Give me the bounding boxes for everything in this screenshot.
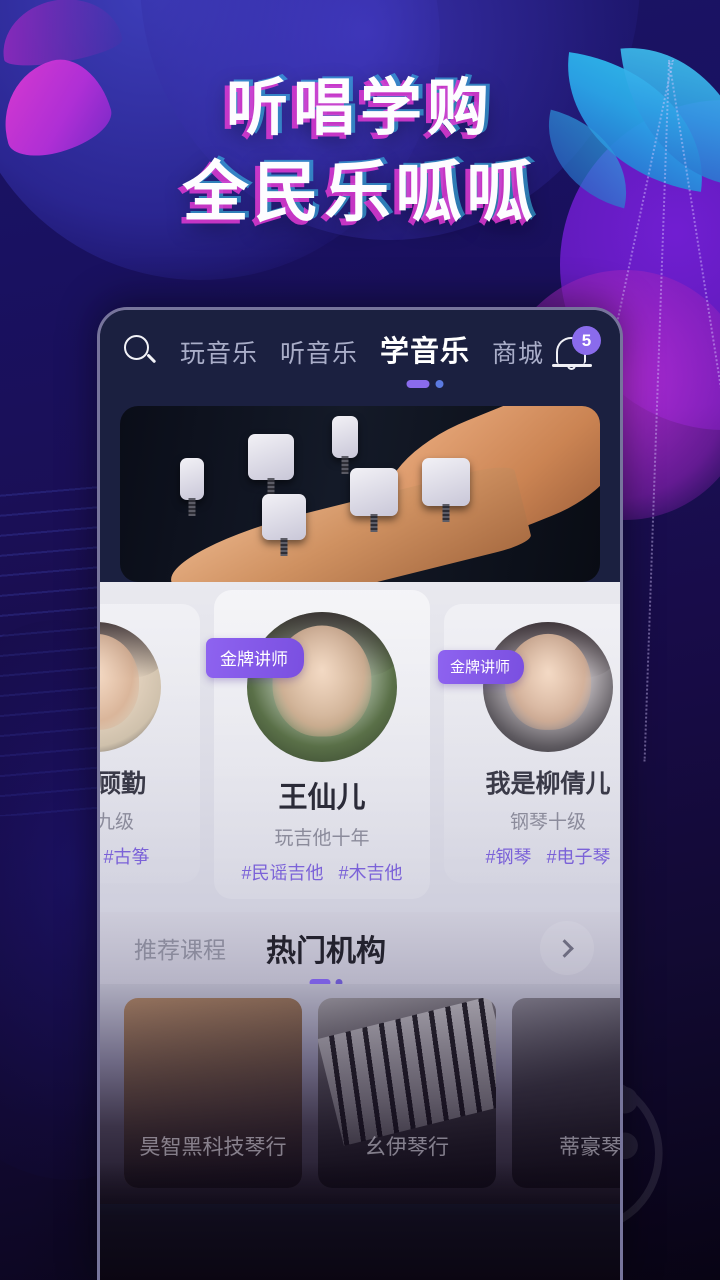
section-tab-institutions[interactable]: 热门机构: [266, 926, 386, 986]
piano-keys-icon: [318, 998, 496, 1146]
tuning-peg-3: [332, 416, 358, 458]
institution-name-3: 蒂豪琴行: [559, 1136, 620, 1159]
tab-learn-music[interactable]: 学音乐: [380, 328, 471, 388]
notification-badge: 5: [572, 326, 601, 355]
teacher-tags-2: #民谣吉他 #木吉他: [224, 859, 420, 885]
tab-play-music[interactable]: 玩音乐: [180, 334, 258, 374]
teacher-badge-3: 金牌讲师: [438, 650, 525, 684]
teacher-tag-2b[interactable]: #木吉他: [339, 863, 403, 883]
tuning-peg-5: [350, 468, 398, 516]
teacher-tags-3: #钢琴 #电子琴: [454, 843, 620, 869]
notification-bell-button[interactable]: 5: [552, 326, 601, 374]
chevron-right-icon: [554, 938, 574, 958]
banner-section: [100, 392, 620, 582]
teacher-subtitle-1: 古筝九级: [100, 812, 134, 833]
institution-card-2[interactable]: 幺伊琴行: [318, 998, 496, 1188]
teacher-row: 金牌讲师 我是顾勤 古筝九级 #古琴 #古筝 金牌讲师: [100, 590, 620, 899]
tuning-peg-1: [180, 458, 204, 500]
teacher-tag-2a[interactable]: #民谣吉他: [241, 863, 323, 883]
tab-active-indicator: [406, 380, 444, 388]
teacher-card-1[interactable]: 金牌讲师 我是顾勤 古筝九级 #古琴 #古筝: [100, 604, 200, 883]
tab-listen-music[interactable]: 听音乐: [280, 334, 358, 374]
banner-image[interactable]: [120, 406, 600, 582]
teacher-subtitle-3: 钢琴十级: [509, 812, 586, 833]
hero-headline: 听唱学购 全民乐呱呱: [0, 72, 720, 232]
teacher-tag-1b[interactable]: #古筝: [104, 847, 150, 867]
app-screen: 玩音乐 听音乐 学音乐 商城 5 顾勤 级 #古筝 金牌讲师 王仙儿 玩吉他十年…: [100, 310, 620, 1280]
hero-line-1: 听唱学购: [225, 71, 494, 144]
teacher-tags-1: #古琴 #古筝: [100, 843, 190, 869]
institution-name-2: 幺伊琴行: [365, 1136, 449, 1159]
banner-headstock-shape: [163, 461, 533, 582]
teacher-carousel: 金牌讲师 我是顾勤 古筝九级 #古琴 #古筝 金牌讲师: [100, 582, 620, 912]
section-tabs: 推荐课程 热门机构: [100, 912, 620, 986]
teacher-avatar-3: [483, 622, 613, 752]
institution-card-3[interactable]: 蒂豪琴行: [512, 998, 620, 1188]
search-icon[interactable]: [122, 333, 158, 369]
bottom-fade-overlay: [100, 1162, 620, 1280]
teacher-card-2[interactable]: 金牌讲师 王仙儿 玩吉他十年 #民谣吉他 #木吉他: [206, 590, 430, 899]
section-tab-institutions-label: 热门机构: [266, 935, 386, 968]
tuning-peg-2: [248, 434, 294, 480]
teacher-tag-3b[interactable]: #电子琴: [547, 847, 611, 867]
bell-clapper-icon: [567, 364, 576, 370]
hero-line-2: 全民乐呱呱: [182, 154, 538, 231]
teacher-avatar-2: [247, 612, 397, 762]
section-tab-courses[interactable]: 推荐课程: [134, 931, 226, 965]
teacher-name-2: 王仙儿: [278, 782, 366, 814]
nav-tabs: 玩音乐 听音乐 学音乐 商城: [180, 328, 552, 388]
tuning-peg-4: [262, 494, 306, 540]
tab-mall[interactable]: 商城: [492, 334, 544, 374]
teacher-subtitle-2: 玩吉他十年: [274, 828, 370, 849]
top-nav: 玩音乐 听音乐 学音乐 商城 5: [100, 310, 620, 392]
tab-learn-music-label: 学音乐: [380, 336, 471, 368]
teacher-name-3: 我是柳倩儿: [485, 770, 611, 798]
teacher-name-1: 我是顾勤: [100, 770, 146, 798]
section-more-button[interactable]: [540, 921, 594, 975]
institution-name-1: 昊智黑科技琴行: [139, 1136, 287, 1159]
teacher-card-3[interactable]: 金牌讲师 我是柳倩儿 钢琴十级 #钢琴 #电子琴: [438, 604, 620, 883]
teacher-tag-3a[interactable]: #钢琴: [485, 847, 531, 867]
institution-card-1[interactable]: 昊智黑科技琴行: [124, 998, 302, 1188]
tuning-peg-6: [422, 458, 470, 506]
teacher-badge-2: 金牌讲师: [206, 638, 304, 678]
teacher-avatar-1: [100, 622, 161, 752]
phone-mockup: 玩音乐 听音乐 学音乐 商城 5 顾勤 级 #古筝 金牌讲师 王仙儿 玩吉他十年…: [97, 307, 623, 1280]
